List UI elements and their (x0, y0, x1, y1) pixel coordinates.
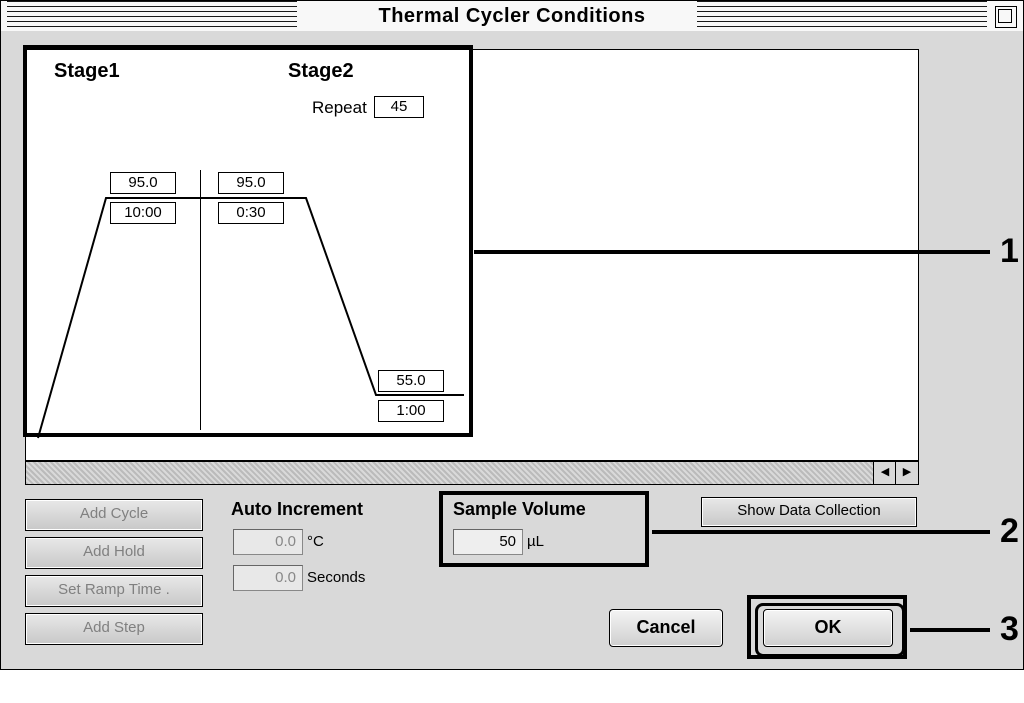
callout-1-line (474, 250, 990, 254)
cancel-button[interactable]: Cancel (609, 609, 723, 647)
sample-volume-field[interactable]: 50 (453, 529, 523, 555)
auto-increment-time-field[interactable]: 0.0 (233, 565, 303, 591)
dialog-body: Stage1 Stage2 Repeat 45 95.0 10:00 95.0 … (0, 31, 1024, 670)
add-hold-button[interactable]: Add Hold (25, 537, 203, 569)
title-bar: Thermal Cycler Conditions (0, 0, 1024, 33)
protocol-buttons-column: Add Cycle Add Hold Set Ramp Time . Add S… (25, 499, 201, 645)
window-title: Thermal Cycler Conditions (367, 1, 658, 31)
titlebar-stripe-right (697, 1, 987, 31)
callout-3-number: 3 (1000, 610, 1019, 649)
callout-2-line (652, 530, 990, 534)
add-cycle-button[interactable]: Add Cycle (25, 499, 203, 531)
zoom-box-icon[interactable] (995, 6, 1017, 28)
callout-3-line (910, 628, 990, 632)
sample-volume-title: Sample Volume (453, 499, 586, 520)
callout-1-number: 1 (1000, 232, 1019, 271)
graph-horizontal-scrollbar[interactable]: ◀ ▶ (25, 461, 919, 485)
ok-button[interactable]: OK (763, 609, 893, 647)
scrollbar-track[interactable] (26, 462, 874, 484)
show-data-collection-button[interactable]: Show Data Collection (701, 497, 917, 527)
set-ramp-time-button[interactable]: Set Ramp Time . (25, 575, 203, 607)
auto-increment-temp-field[interactable]: 0.0 (233, 529, 303, 555)
scroll-left-icon[interactable]: ◀ (873, 462, 896, 484)
auto-increment-temp-unit: °C (307, 533, 324, 550)
auto-increment-title: Auto Increment (231, 499, 363, 520)
protocol-graph: Stage1 Stage2 Repeat 45 95.0 10:00 95.0 … (25, 49, 919, 461)
scroll-right-icon[interactable]: ▶ (895, 462, 918, 484)
auto-increment-time-unit: Seconds (307, 569, 365, 586)
add-step-button[interactable]: Add Step (25, 613, 203, 645)
sample-volume-unit: µL (527, 533, 544, 550)
callout-2-number: 2 (1000, 512, 1019, 551)
titlebar-stripe-left (7, 1, 297, 31)
temperature-profile-line (26, 50, 486, 450)
